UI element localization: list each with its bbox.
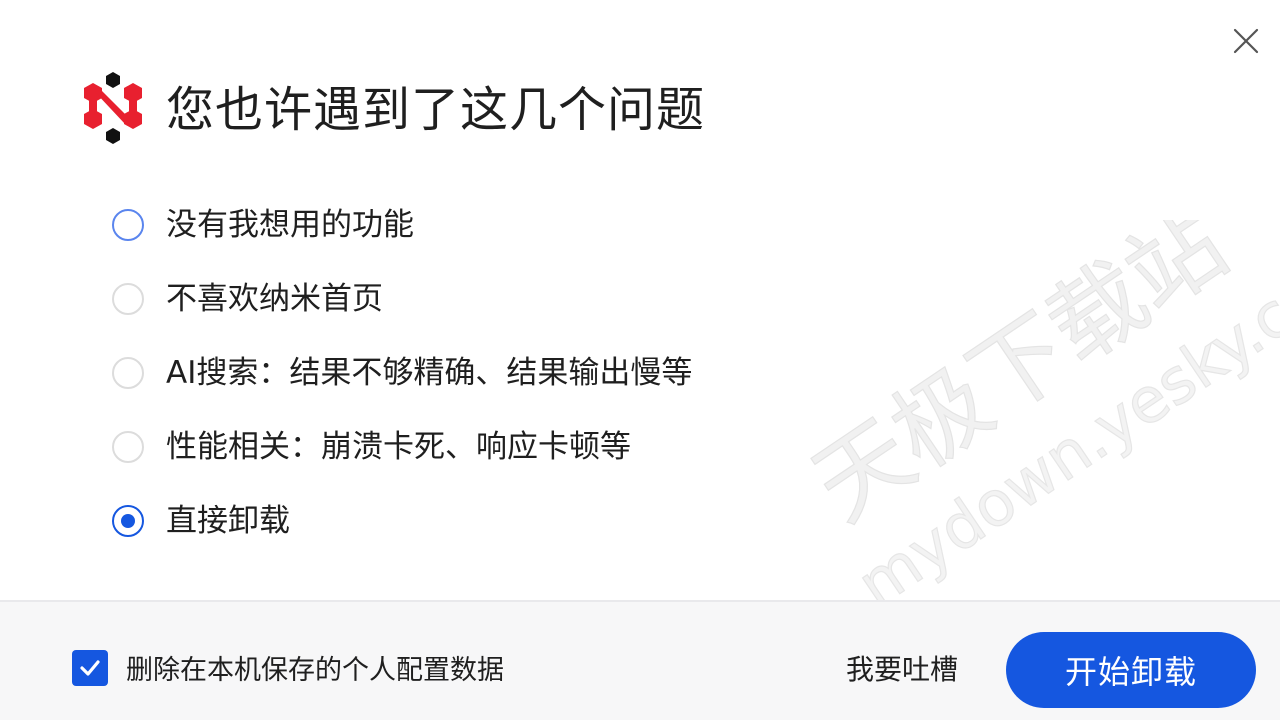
radio-button[interactable] [112,283,144,315]
watermark-line1: 天极下载站 [795,220,1246,542]
radio-button[interactable] [112,209,144,241]
option-label: AI搜索：结果不够精确、结果输出慢等 [166,355,693,391]
checkbox-checked[interactable] [72,649,108,686]
nami-logo-icon [80,70,146,146]
uninstall-dialog: 您也许遇到了这几个问题 没有我想用的功能 不喜欢纳米首页 AI搜索：结果不够精确… [0,0,1280,720]
option-direct-uninstall[interactable]: 直接卸载 [112,496,290,546]
watermark-line2: mydown.yesky.com [844,223,1280,600]
checkbox-label: 删除在本机保存的个人配置数据 [126,655,504,686]
close-icon [1233,28,1259,54]
option-performance[interactable]: 性能相关：崩溃卡死、响应卡顿等 [112,422,631,472]
radio-button[interactable] [112,357,144,389]
feedback-link[interactable]: 我要吐槽 [846,648,958,692]
option-label: 不喜欢纳米首页 [166,281,383,317]
start-uninstall-button[interactable]: 开始卸载 [1006,632,1256,708]
radio-button[interactable] [112,431,144,463]
option-label: 直接卸载 [166,503,290,539]
dialog-footer: 删除在本机保存的个人配置数据 我要吐槽 开始卸载 [0,600,1280,720]
delete-config-checkbox[interactable]: 删除在本机保存的个人配置数据 [72,648,504,687]
option-missing-feature[interactable]: 没有我想用的功能 [112,200,414,250]
dialog-title: 您也许遇到了这几个问题 [166,82,706,138]
close-button[interactable] [1226,21,1266,61]
option-dislike-homepage[interactable]: 不喜欢纳米首页 [112,274,383,324]
option-ai-search[interactable]: AI搜索：结果不够精确、结果输出慢等 [112,348,692,398]
option-label: 性能相关：崩溃卡死、响应卡顿等 [166,429,631,465]
radio-button[interactable] [112,505,144,537]
watermark: 天极下载站 mydown.yesky.com [794,220,1280,600]
check-icon [80,659,100,676]
option-label: 没有我想用的功能 [166,207,414,243]
